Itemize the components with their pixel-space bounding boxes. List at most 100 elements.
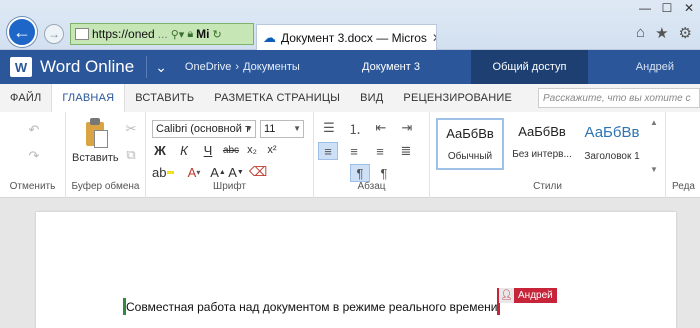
- align-right-icon[interactable]: ≡: [370, 142, 390, 160]
- font-size-value: 11: [264, 123, 276, 135]
- header-divider: [146, 56, 148, 78]
- tab-file[interactable]: ФАЙЛ: [0, 84, 51, 112]
- style-name: Без интерв...: [512, 149, 572, 160]
- bold-button[interactable]: Ж: [152, 142, 168, 158]
- group-label-font: Шрифт: [213, 181, 246, 192]
- chevron-down-icon: ▼: [245, 124, 253, 133]
- coauthor-name: Андрей: [518, 290, 553, 301]
- group-label-undo: Отменить: [9, 181, 56, 192]
- chevron-down-icon[interactable]: ⌄: [155, 59, 167, 76]
- browser-tools: ⌂ ★ ⚙: [636, 24, 692, 42]
- copy-icon[interactable]: ⧉: [124, 147, 138, 162]
- window-controls: — ☐ ✕: [634, 0, 700, 20]
- justify-icon[interactable]: ≣: [396, 142, 416, 160]
- style-heading-1[interactable]: АаБбВв Заголовок 1: [578, 118, 646, 170]
- style-sample: АаБбВв: [584, 124, 640, 141]
- rtl-paragraph-icon[interactable]: ¶: [374, 164, 394, 182]
- page-icon: [75, 28, 89, 40]
- style-name: Обычный: [447, 151, 493, 162]
- group-paragraph: ☰ ⒈ ⇤ ⇥ ≡ ≡ ≡ ≣ ¶ ¶ Абзац: [314, 112, 430, 198]
- group-editing: Реда: [666, 112, 700, 198]
- arrow-left-icon: ←: [13, 21, 31, 42]
- decrease-indent-icon[interactable]: ⇤: [370, 120, 392, 136]
- styles-gallery-scroll[interactable]: ▲ ▼: [648, 118, 660, 174]
- highlight-color-icon[interactable]: ab: [152, 164, 174, 180]
- url-ellipsis: ...: [157, 27, 168, 41]
- strikethrough-button[interactable]: abc: [220, 142, 242, 158]
- group-undo: ↶ ↷ Отменить: [0, 112, 66, 198]
- tell-me-input[interactable]: Расскажите, что вы хотите с: [538, 88, 700, 108]
- group-font: Calibri (основной т ▼ 11 ▼ Ж К Ч abc x₂ …: [146, 112, 314, 198]
- clear-formatting-icon[interactable]: ⌫: [249, 164, 267, 180]
- group-label-paragraph: Абзац: [357, 181, 386, 192]
- person-icon: 👤︎: [499, 288, 514, 303]
- word-logo-icon[interactable]: W: [10, 57, 32, 77]
- underline-button[interactable]: Ч: [200, 142, 216, 158]
- group-styles: АаБбВв Обычный АаБбВв Без интерв... АаБб…: [430, 112, 666, 198]
- font-size-select[interactable]: 11 ▼: [260, 120, 304, 138]
- maximize-button[interactable]: ☐: [656, 0, 678, 16]
- superscript-button[interactable]: x²: [264, 142, 280, 158]
- chevron-down-icon[interactable]: ▼: [650, 165, 658, 174]
- tab-view[interactable]: ВИД: [350, 84, 393, 112]
- onedrive-cloud-icon: ☁: [263, 29, 276, 45]
- paste-icon: [84, 118, 108, 148]
- ltr-paragraph-icon[interactable]: ¶: [350, 164, 370, 182]
- tab-review[interactable]: РЕЦЕНЗИРОВАНИЕ: [393, 84, 522, 112]
- address-bar[interactable]: https://oned ... ⚲▾ 🔒︎ Mi ↻: [70, 23, 254, 45]
- paste-label: Вставить: [72, 152, 119, 164]
- breadcrumb-onedrive[interactable]: OneDrive: [185, 61, 231, 73]
- close-icon[interactable]: ✕: [432, 31, 436, 45]
- search-icon[interactable]: ⚲▾: [171, 28, 185, 41]
- shrink-font-icon[interactable]: A ▼: [228, 164, 244, 180]
- bullets-icon[interactable]: ☰: [318, 120, 340, 136]
- breadcrumb-documents[interactable]: Документы: [243, 61, 300, 73]
- browser-tab-active[interactable]: ☁ Документ 3.docx — Micros ✕: [256, 24, 437, 50]
- tab-page-layout[interactable]: РАЗМЕТКА СТРАНИЦЫ: [204, 84, 350, 112]
- undo-icon[interactable]: ↶: [26, 122, 42, 138]
- grow-font-icon[interactable]: A ▲: [210, 164, 226, 180]
- chevron-up-icon[interactable]: ▲: [650, 118, 658, 127]
- forward-button[interactable]: →: [44, 24, 64, 44]
- document-title[interactable]: Документ 3: [362, 61, 420, 73]
- group-label-editing: Реда: [672, 181, 695, 192]
- align-left-icon[interactable]: ≡: [318, 142, 338, 160]
- tab-insert[interactable]: ВСТАВИТЬ: [125, 84, 204, 112]
- redo-icon[interactable]: ↷: [26, 148, 42, 164]
- tab-title: Документ 3.docx — Micros: [281, 30, 427, 45]
- app-name[interactable]: Word Online: [40, 57, 134, 77]
- back-button[interactable]: ←: [7, 17, 37, 47]
- ribbon-tab-row: ФАЙЛ ГЛАВНАЯ ВСТАВИТЬ РАЗМЕТКА СТРАНИЦЫ …: [0, 84, 700, 112]
- font-family-select[interactable]: Calibri (основной т ▼: [152, 120, 256, 138]
- minimize-button[interactable]: —: [634, 0, 656, 16]
- window-close-button[interactable]: ✕: [678, 0, 700, 16]
- style-name: Заголовок 1: [584, 151, 640, 162]
- refresh-icon[interactable]: ↻: [213, 28, 222, 41]
- breadcrumb-separator: ›: [235, 61, 240, 73]
- site-identity[interactable]: Mi: [196, 27, 209, 41]
- paste-button[interactable]: Вставить: [66, 112, 126, 172]
- star-icon[interactable]: ★: [655, 24, 668, 42]
- align-center-icon[interactable]: ≡: [344, 142, 364, 160]
- style-normal[interactable]: АаБбВв Обычный: [436, 118, 504, 170]
- tab-home[interactable]: ГЛАВНАЯ: [51, 84, 126, 112]
- chevron-down-icon: ▼: [293, 124, 301, 133]
- home-icon[interactable]: ⌂: [636, 24, 645, 42]
- italic-button[interactable]: К: [176, 142, 192, 158]
- user-account[interactable]: Андрей: [636, 61, 674, 73]
- font-color-icon[interactable]: A ▾: [182, 164, 206, 180]
- lock-icon[interactable]: 🔒︎: [187, 28, 193, 41]
- document-text[interactable]: Совместная работа над документом в режим…: [126, 300, 497, 314]
- word-header-bar: W Word Online ⌄ OneDrive › Документы Док…: [0, 50, 700, 84]
- gear-icon[interactable]: ⚙: [679, 24, 692, 42]
- subscript-button[interactable]: x₂: [244, 142, 260, 158]
- url-text: https://oned: [92, 27, 155, 41]
- style-no-spacing[interactable]: АаБбВв Без интерв...: [508, 118, 576, 170]
- ribbon-home: ↶ ↷ Отменить Вставить ✂ ⧉ Буфер обмена C…: [0, 112, 700, 198]
- style-sample: АаБбВв: [518, 124, 566, 139]
- increase-indent-icon[interactable]: ⇥: [396, 120, 418, 136]
- cut-icon[interactable]: ✂: [124, 121, 138, 136]
- share-button[interactable]: Общий доступ: [471, 50, 588, 84]
- arrow-right-icon: →: [48, 27, 60, 41]
- numbering-icon[interactable]: ⒈: [344, 120, 366, 137]
